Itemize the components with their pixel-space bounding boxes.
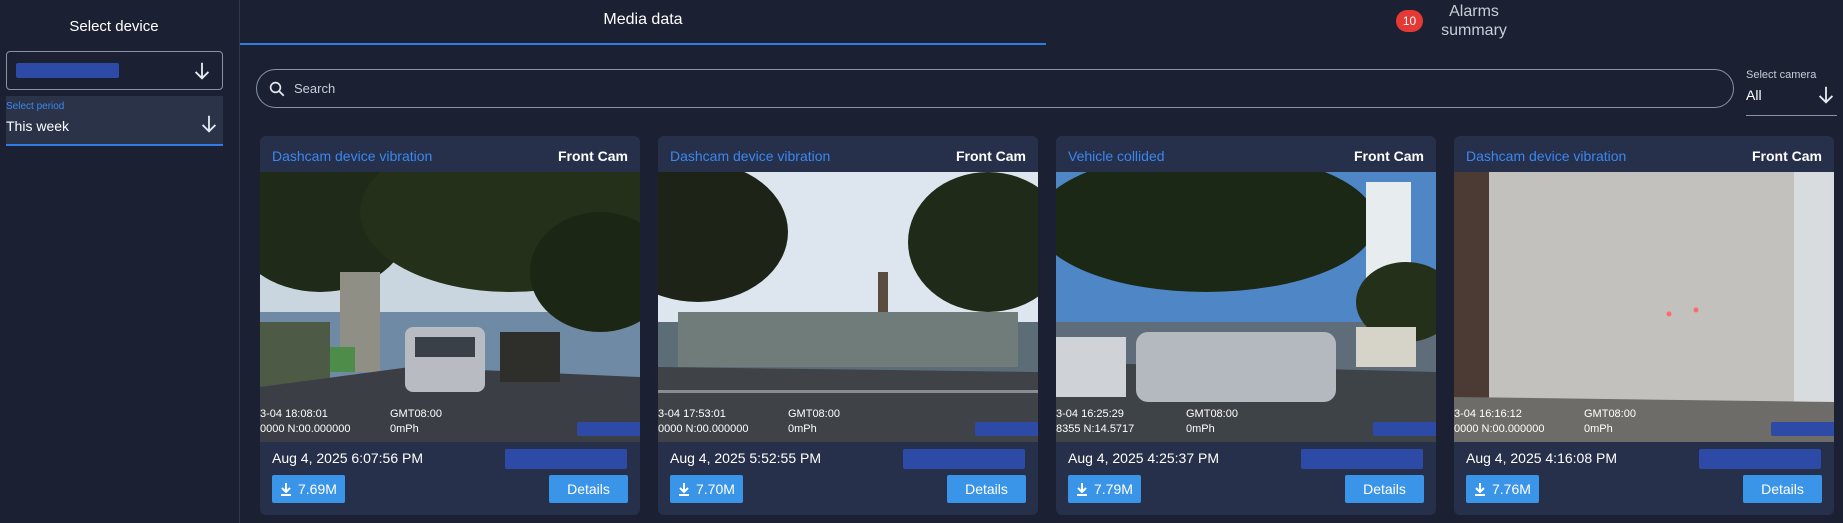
details-button[interactable]: Details: [549, 475, 628, 503]
redacted-plate: [975, 422, 1038, 436]
details-button[interactable]: Details: [1743, 475, 1822, 503]
event-date: Aug 4, 2025 4:25:37 PM: [1068, 450, 1219, 466]
search-icon: [269, 81, 285, 97]
redacted-info: [903, 449, 1025, 469]
redacted-info: [1301, 449, 1423, 469]
event-type: Vehicle collided: [1068, 148, 1165, 164]
osd-timezone: GMT08:00: [390, 408, 442, 420]
download-icon: [1077, 483, 1087, 496]
osd-speed: 0mPh: [1584, 423, 1613, 435]
street-scene-image: [1056, 172, 1436, 442]
redacted-plate: [577, 422, 640, 436]
camera-select-label: Select camera: [1746, 69, 1817, 81]
event-type: Dashcam device vibration: [670, 148, 831, 164]
file-size: 7.70M: [696, 481, 735, 497]
video-thumbnail[interactable]: 3-04 16:25:29 GMT08:00 8355 N:14.5717 0m…: [1056, 172, 1436, 442]
wall-scene-image: [1454, 172, 1834, 442]
redacted-info: [1699, 449, 1821, 469]
period-label: Select period: [6, 101, 65, 112]
event-date: Aug 4, 2025 4:16:08 PM: [1466, 450, 1617, 466]
left-panel: Select device Select period This week: [0, 0, 240, 523]
alarms-summary-label: Alarms summary: [1441, 3, 1507, 39]
video-thumbnail[interactable]: 3-04 17:53:01 GMT08:00 0000 N:00.000000 …: [658, 172, 1038, 442]
redacted-device-name: [16, 63, 119, 78]
details-button[interactable]: Details: [1345, 475, 1424, 503]
osd-timezone: GMT08:00: [1584, 408, 1636, 420]
camera-name: Front Cam: [558, 148, 628, 164]
street-scene-image: [260, 172, 640, 442]
period-select[interactable]: Select period This week: [6, 96, 223, 146]
redacted-plate: [1771, 422, 1834, 436]
camera-name: Front Cam: [1752, 148, 1822, 164]
details-button[interactable]: Details: [947, 475, 1026, 503]
osd-time: 3-04 16:25:29: [1056, 408, 1124, 420]
osd-coordinates: 0000 N:00.000000: [1454, 423, 1545, 435]
media-card[interactable]: Dashcam device vibration Front Cam 3-04 …: [1454, 136, 1834, 515]
media-card[interactable]: Dashcam device vibration Front Cam 3-04 …: [658, 136, 1038, 515]
media-card[interactable]: Vehicle collided Front Cam 3-04 16:25:29…: [1056, 136, 1436, 515]
period-value: This week: [6, 118, 70, 134]
download-icon: [679, 483, 689, 496]
osd-time: 3-04 18:08:01: [260, 408, 328, 420]
download-button[interactable]: 7.76M: [1466, 475, 1539, 503]
camera-name: Front Cam: [956, 148, 1026, 164]
osd-coordinates: 0000 N:00.000000: [658, 423, 749, 435]
video-thumbnail[interactable]: 3-04 18:08:01 GMT08:00 0000 N:00.000000 …: [260, 172, 640, 442]
file-size: 7.76M: [1492, 481, 1531, 497]
download-icon: [1475, 483, 1485, 496]
camera-select[interactable]: Select camera All: [1746, 69, 1837, 116]
app-root: Select device Select period This week Me…: [0, 0, 1843, 523]
street-scene-image: [658, 172, 1038, 442]
download-button[interactable]: 7.79M: [1068, 475, 1141, 503]
osd-coordinates: 0000 N:00.000000: [260, 423, 351, 435]
search-input[interactable]: [294, 70, 1714, 107]
download-button[interactable]: 7.69M: [272, 475, 345, 503]
redacted-plate: [1373, 422, 1436, 436]
tab-media-data[interactable]: Media data: [240, 0, 1046, 45]
file-size: 7.79M: [1094, 481, 1133, 497]
select-device-title: Select device: [69, 18, 159, 35]
arrow-down-icon: [201, 115, 217, 133]
device-select[interactable]: [6, 51, 223, 90]
tab-bar: Media data 10 Alarms summary: [240, 0, 1843, 45]
event-date: Aug 4, 2025 6:07:56 PM: [272, 450, 423, 466]
osd-speed: 0mPh: [788, 423, 817, 435]
media-card[interactable]: Dashcam device vibration Front Cam 3-04 …: [260, 136, 640, 515]
osd-time: 3-04 16:16:12: [1454, 408, 1522, 420]
osd-speed: 0mPh: [1186, 423, 1215, 435]
arrow-down-icon: [194, 62, 210, 80]
event-type: Dashcam device vibration: [272, 148, 433, 164]
osd-timezone: GMT08:00: [1186, 408, 1238, 420]
osd-coordinates: 8355 N:14.5717: [1056, 423, 1135, 435]
download-icon: [281, 483, 291, 496]
event-date: Aug 4, 2025 5:52:55 PM: [670, 450, 821, 466]
event-type: Dashcam device vibration: [1466, 148, 1627, 164]
camera-select-value: All: [1746, 87, 1762, 103]
video-thumbnail[interactable]: 3-04 16:16:12 GMT08:00 0000 N:00.000000 …: [1454, 172, 1834, 442]
osd-time: 3-04 17:53:01: [658, 408, 726, 420]
alarm-count-badge: 10: [1396, 10, 1423, 32]
osd-timezone: GMT08:00: [788, 408, 840, 420]
arrow-down-icon: [1818, 86, 1834, 104]
camera-name: Front Cam: [1354, 148, 1424, 164]
download-button[interactable]: 7.70M: [670, 475, 743, 503]
osd-speed: 0mPh: [390, 423, 419, 435]
file-size: 7.69M: [298, 481, 337, 497]
redacted-info: [505, 449, 627, 469]
search-bar: [256, 69, 1734, 108]
